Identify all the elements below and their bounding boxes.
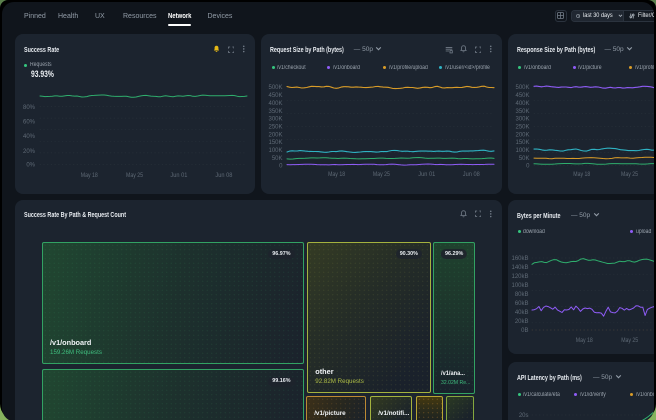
svg-text:300K: 300K (515, 117, 529, 123)
svg-text:150K: 150K (268, 140, 282, 146)
svg-text:60kB: 60kB (515, 301, 529, 307)
svg-text:40kB: 40kB (515, 310, 529, 316)
svg-text:200K: 200K (515, 132, 529, 138)
svg-text:200K: 200K (268, 132, 282, 138)
svg-text:350K: 350K (268, 109, 282, 115)
svg-text:May 18: May 18 (576, 338, 594, 344)
svg-text:60%: 60% (23, 120, 36, 126)
svg-text:100K: 100K (268, 148, 282, 154)
svg-text:80kB: 80kB (515, 292, 529, 298)
svg-text:0: 0 (526, 164, 530, 170)
svg-text:20kB: 20kB (515, 319, 529, 325)
svg-text:0: 0 (279, 164, 283, 170)
svg-text:May 25: May 25 (126, 173, 144, 179)
svg-text:50K: 50K (519, 156, 530, 162)
svg-text:0B: 0B (521, 328, 528, 334)
svg-text:450K: 450K (268, 93, 282, 99)
svg-text:250K: 250K (515, 124, 529, 130)
svg-text:350K: 350K (515, 109, 529, 115)
svg-text:Jun 08: Jun 08 (463, 172, 481, 178)
svg-text:May 18: May 18 (573, 172, 591, 178)
svg-text:100kB: 100kB (511, 283, 528, 289)
svg-text:250K: 250K (268, 124, 282, 130)
svg-text:500K: 500K (515, 85, 529, 91)
svg-text:Jun 01: Jun 01 (418, 172, 436, 178)
svg-text:May 25: May 25 (621, 338, 639, 344)
svg-text:300K: 300K (268, 117, 282, 123)
svg-text:Jun 01: Jun 01 (170, 173, 188, 179)
svg-text:500K: 500K (268, 85, 282, 91)
svg-text:20s: 20s (519, 413, 529, 419)
svg-text:400K: 400K (268, 101, 282, 107)
svg-text:May 18: May 18 (81, 173, 99, 179)
svg-text:140kB: 140kB (511, 265, 528, 271)
svg-text:50K: 50K (272, 156, 283, 162)
svg-text:Jun 08: Jun 08 (215, 173, 233, 179)
svg-text:20%: 20% (23, 149, 36, 155)
svg-text:100K: 100K (515, 148, 529, 154)
svg-text:150K: 150K (515, 140, 529, 146)
svg-text:May 25: May 25 (621, 172, 639, 178)
svg-text:160kB: 160kB (511, 256, 528, 262)
svg-text:80%: 80% (23, 105, 36, 111)
svg-text:40%: 40% (23, 134, 36, 140)
svg-text:May 18: May 18 (328, 172, 346, 178)
svg-text:May 25: May 25 (373, 172, 391, 178)
svg-text:400K: 400K (515, 101, 529, 107)
svg-text:450K: 450K (515, 93, 529, 99)
svg-text:120kB: 120kB (511, 274, 528, 280)
svg-text:0%: 0% (26, 162, 35, 168)
